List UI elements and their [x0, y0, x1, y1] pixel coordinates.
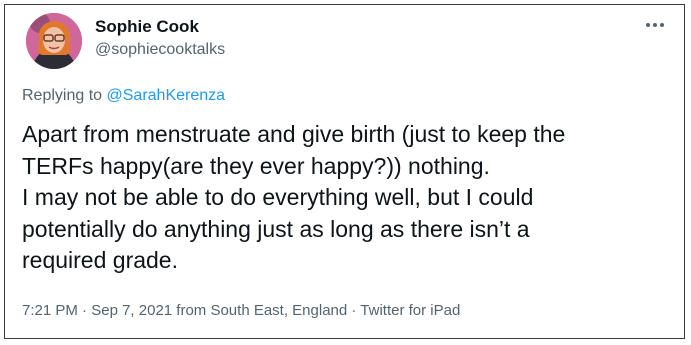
replying-to: Replying to @SarahKerenza — [22, 87, 225, 105]
tweet-location: from South East, England — [172, 302, 348, 319]
author-handle[interactable]: @sophiecooktalks — [95, 41, 225, 59]
tweet-line: potentially do anything just as long as … — [22, 215, 530, 242]
replying-prefix: Replying to — [22, 87, 107, 104]
tweet-date[interactable]: Sep 7, 2021 — [91, 302, 172, 319]
tweet-line: I may not be able to do everything well,… — [22, 184, 534, 210]
separator: · — [77, 302, 92, 319]
avatar[interactable] — [26, 13, 82, 69]
tweet-line: TERFs happy(are they ever happy?)) nothi… — [22, 152, 490, 179]
dot — [660, 23, 664, 27]
tweet-card: Sophie Cook @sophiecooktalks Replying to… — [4, 4, 685, 339]
author-name[interactable]: Sophie Cook — [95, 17, 199, 37]
tweet-time[interactable]: 7:21 PM — [22, 302, 78, 319]
tweet-line: required grade. — [22, 247, 178, 273]
tweet-source[interactable]: Twitter for iPad — [360, 302, 460, 319]
dot — [653, 23, 657, 27]
tweet-line: Apart from menstruate and give birth (ju… — [22, 121, 566, 147]
tweet-text: Apart from menstruate and give birth (ju… — [22, 119, 672, 277]
avatar-image — [26, 13, 82, 69]
dot — [646, 23, 650, 27]
more-options-icon[interactable] — [640, 15, 670, 35]
separator: · — [347, 302, 361, 319]
tweet-meta: 7:21 PM · Sep 7, 2021 from South East, E… — [22, 302, 460, 319]
reply-target-link[interactable]: @SarahKerenza — [107, 87, 226, 104]
